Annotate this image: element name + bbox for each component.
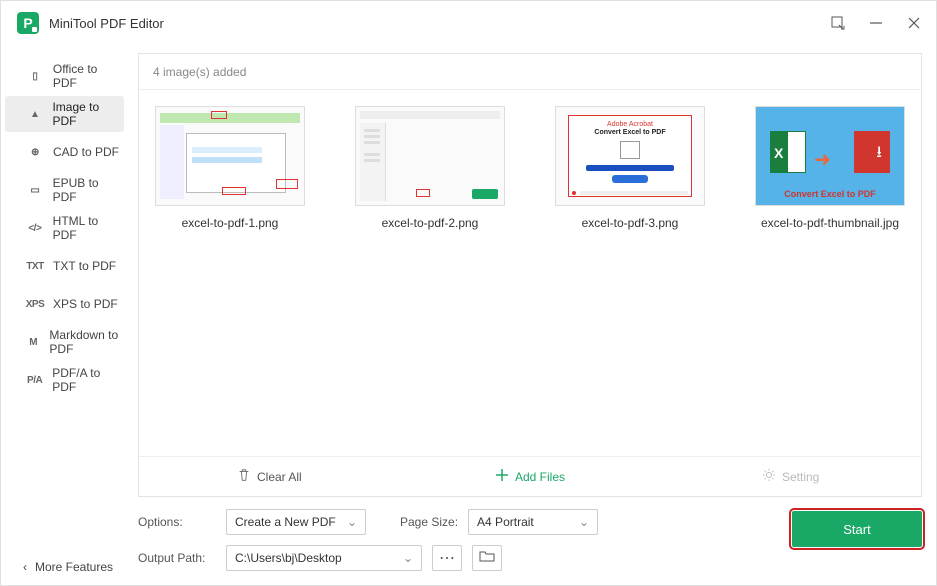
output-path-select[interactable]: C:\Users\bj\Desktop ⌄: [226, 545, 422, 571]
xps-icon: XPS: [27, 298, 43, 310]
app-logo-icon: P: [17, 12, 39, 34]
pagesize-select[interactable]: A4 Portrait ⌄: [468, 509, 598, 535]
sidebar-item-label: Image to PDF: [52, 100, 124, 128]
cad-icon: ⊕: [27, 146, 43, 158]
file-name: excel-to-pdf-1.png: [182, 216, 279, 230]
more-features-label: More Features: [35, 560, 113, 574]
start-button[interactable]: Start: [792, 511, 922, 547]
panel-toolbar: Clear All Add Files Setting: [139, 456, 921, 496]
setting-button[interactable]: Setting: [660, 457, 921, 496]
sidebar-item-label: EPUB to PDF: [53, 176, 124, 204]
titlebar: P MiniTool PDF Editor: [1, 1, 936, 45]
sidebar-item-label: HTML to PDF: [53, 214, 124, 242]
chevron-down-icon: ⌄: [579, 515, 589, 529]
sidebar-item-html-to-pdf[interactable]: </> HTML to PDF: [5, 210, 124, 246]
ellipsis-icon: ⋯: [439, 548, 455, 568]
add-files-button[interactable]: Add Files: [400, 457, 661, 496]
pagesize-label: Page Size:: [400, 515, 458, 529]
pdfa-icon: P/A: [27, 374, 42, 386]
thumbnail-image: [355, 106, 505, 206]
sidebar-item-txt-to-pdf[interactable]: TXT TXT to PDF: [5, 248, 124, 284]
clear-all-label: Clear All: [257, 470, 302, 484]
sidebar-item-office-to-pdf[interactable]: ▯ Office to PDF: [5, 58, 124, 94]
thumbnail-image: X ➜ ⭳ Convert Excel to PDF: [755, 106, 905, 206]
txt-icon: TXT: [27, 260, 43, 272]
folder-icon: [479, 549, 495, 568]
sidebar-item-label: Office to PDF: [53, 62, 124, 90]
setting-label: Setting: [782, 470, 819, 484]
file-item[interactable]: Adobe Acrobat Convert Excel to PDF excel…: [545, 106, 715, 230]
output-path-value: C:\Users\bj\Desktop: [235, 551, 342, 565]
minimize-button[interactable]: [866, 13, 886, 33]
file-item[interactable]: excel-to-pdf-1.png: [145, 106, 315, 230]
add-files-label: Add Files: [515, 470, 565, 484]
content: 4 image(s) added excel-to-pdf-1.png: [128, 45, 936, 585]
thumbnail-image: Adobe Acrobat Convert Excel to PDF: [555, 106, 705, 206]
more-features-button[interactable]: ‹ More Features: [1, 549, 128, 585]
window-controls: [828, 13, 924, 33]
thumbnail-grid: excel-to-pdf-1.png excel-to-pdf-2.png: [139, 90, 921, 456]
file-panel: 4 image(s) added excel-to-pdf-1.png: [138, 53, 922, 497]
sidebar-item-pdfa-to-pdf[interactable]: P/A PDF/A to PDF: [5, 362, 124, 398]
image-icon: ▲: [27, 108, 42, 120]
options-select[interactable]: Create a New PDF ⌄: [226, 509, 366, 535]
panel-header: 4 image(s) added: [139, 54, 921, 90]
chevron-left-icon: ‹: [23, 560, 27, 574]
pagesize-value: A4 Portrait: [477, 515, 534, 529]
sidebar-item-epub-to-pdf[interactable]: ▭ EPUB to PDF: [5, 172, 124, 208]
file-name: excel-to-pdf-3.png: [582, 216, 679, 230]
options-label: Options:: [138, 515, 216, 529]
sidebar-item-markdown-to-pdf[interactable]: M Markdown to PDF: [5, 324, 124, 360]
more-path-button[interactable]: ⋯: [432, 545, 462, 571]
file-name: excel-to-pdf-thumbnail.jpg: [761, 216, 899, 230]
epub-icon: ▭: [27, 184, 43, 196]
plus-icon: [495, 468, 509, 485]
output-path-label: Output Path:: [138, 551, 216, 565]
sidebar-item-image-to-pdf[interactable]: ▲ Image to PDF: [5, 96, 124, 132]
html-icon: </>: [27, 222, 43, 234]
bottom-bar: Options: Create a New PDF ⌄ Page Size: A…: [138, 497, 922, 571]
window-extra-icon[interactable]: [828, 13, 848, 33]
clear-all-button[interactable]: Clear All: [139, 457, 400, 496]
sidebar-item-cad-to-pdf[interactable]: ⊕ CAD to PDF: [5, 134, 124, 170]
close-button[interactable]: [904, 13, 924, 33]
file-item[interactable]: excel-to-pdf-2.png: [345, 106, 515, 230]
sidebar: ▯ Office to PDF ▲ Image to PDF ⊕ CAD to PDF…: [1, 45, 128, 585]
markdown-icon: M: [27, 336, 39, 348]
gear-icon: [762, 468, 776, 485]
sidebar-item-label: TXT to PDF: [53, 259, 116, 273]
start-label: Start: [843, 522, 870, 537]
file-name: excel-to-pdf-2.png: [382, 216, 479, 230]
titlebar-left: P MiniTool PDF Editor: [17, 12, 164, 34]
app-title: MiniTool PDF Editor: [49, 16, 164, 31]
options-value: Create a New PDF: [235, 515, 336, 529]
sidebar-item-label: Markdown to PDF: [49, 328, 124, 356]
trash-icon: [237, 468, 251, 485]
open-folder-button[interactable]: [472, 545, 502, 571]
sidebar-item-label: XPS to PDF: [53, 297, 118, 311]
chevron-down-icon: ⌄: [347, 515, 357, 529]
chevron-down-icon: ⌄: [403, 551, 413, 565]
main: ▯ Office to PDF ▲ Image to PDF ⊕ CAD to PDF…: [1, 45, 936, 585]
office-icon: ▯: [27, 70, 43, 82]
file-item[interactable]: X ➜ ⭳ Convert Excel to PDF excel-to-pdf-…: [745, 106, 915, 230]
sidebar-item-xps-to-pdf[interactable]: XPS XPS to PDF: [5, 286, 124, 322]
sidebar-item-label: CAD to PDF: [53, 145, 119, 159]
bottom-options: Options: Create a New PDF ⌄ Page Size: A…: [138, 509, 792, 571]
thumbnail-image: [155, 106, 305, 206]
sidebar-item-label: PDF/A to PDF: [52, 366, 124, 394]
